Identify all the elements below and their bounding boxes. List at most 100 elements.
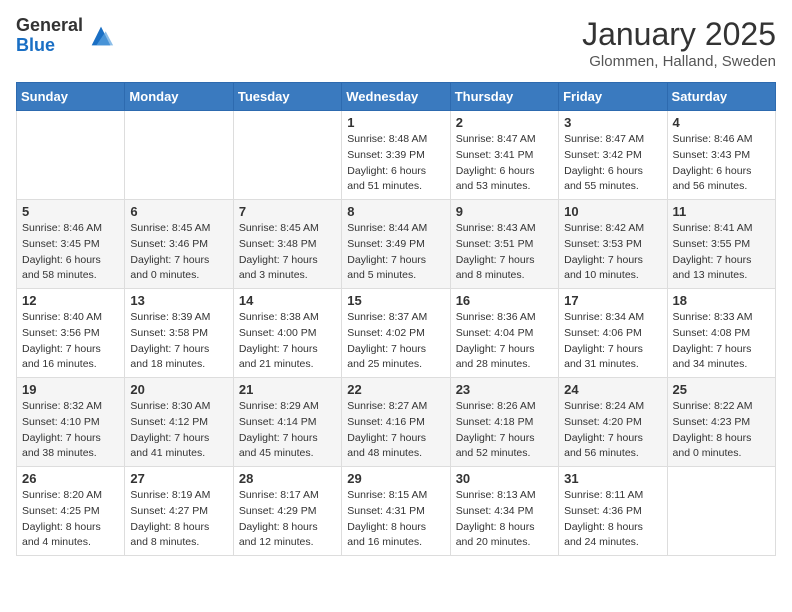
day-info: Sunrise: 8:43 AMSunset: 3:51 PMDaylight:… xyxy=(456,221,553,284)
day-info: Sunrise: 8:42 AMSunset: 3:53 PMDaylight:… xyxy=(564,221,661,284)
week-row-5: 26 Sunrise: 8:20 AMSunset: 4:25 PMDayligh… xyxy=(17,467,776,556)
day-info: Sunrise: 8:41 AMSunset: 3:55 PMDaylight:… xyxy=(673,221,770,284)
calendar-cell: 9Sunrise: 8:43 AMSunset: 3:51 PMDaylight… xyxy=(450,200,558,289)
day-number: 8 xyxy=(347,204,444,219)
day-number: 3 xyxy=(564,115,661,130)
calendar-cell: 23 Sunrise: 8:26 AMSunset: 4:18 PMDayligh… xyxy=(450,378,558,467)
day-info: Sunrise: 8:19 AMSunset: 4:27 PMDaylight:… xyxy=(130,488,227,551)
logo-icon xyxy=(87,22,115,50)
calendar-cell: 28 Sunrise: 8:17 AMSunset: 4:29 PMDayligh… xyxy=(233,467,341,556)
day-info: Sunrise: 8:27 AMSunset: 4:16 PMDaylight:… xyxy=(347,399,444,462)
week-row-4: 19 Sunrise: 8:32 AMSunset: 4:10 PMDayligh… xyxy=(17,378,776,467)
day-number: 22 xyxy=(347,382,444,397)
day-number: 23 xyxy=(456,382,553,397)
day-number: 29 xyxy=(347,471,444,486)
day-info: Sunrise: 8:47 AMSunset: 3:41 PMDaylight:… xyxy=(456,132,553,195)
week-row-1: 1 Sunrise: 8:48 AMSunset: 3:39 PMDaylight… xyxy=(17,111,776,200)
day-number: 5 xyxy=(22,204,119,219)
calendar-cell: 20 Sunrise: 8:30 AMSunset: 4:12 PMDayligh… xyxy=(125,378,233,467)
day-number: 31 xyxy=(564,471,661,486)
calendar-cell: 14Sunrise: 8:38 AMSunset: 4:00 PMDayligh… xyxy=(233,289,341,378)
calendar-cell: 6 Sunrise: 8:45 AMSunset: 3:46 PMDaylight… xyxy=(125,200,233,289)
day-number: 11 xyxy=(673,204,770,219)
logo: General Blue xyxy=(16,16,115,56)
day-number: 2 xyxy=(456,115,553,130)
calendar-cell: 25 Sunrise: 8:22 AMSunset: 4:23 PMDayligh… xyxy=(667,378,775,467)
day-info: Sunrise: 8:33 AMSunset: 4:08 PMDaylight:… xyxy=(673,310,770,373)
day-number: 7 xyxy=(239,204,336,219)
day-number: 21 xyxy=(239,382,336,397)
calendar-cell xyxy=(667,467,775,556)
week-row-2: 5 Sunrise: 8:46 AMSunset: 3:45 PMDaylight… xyxy=(17,200,776,289)
day-number: 4 xyxy=(673,115,770,130)
day-info: Sunrise: 8:17 AMSunset: 4:29 PMDaylight:… xyxy=(239,488,336,551)
day-number: 10 xyxy=(564,204,661,219)
day-number: 12 xyxy=(22,293,119,308)
day-number: 18 xyxy=(673,293,770,308)
calendar-cell: 16 Sunrise: 8:36 AMSunset: 4:04 PMDayligh… xyxy=(450,289,558,378)
day-number: 24 xyxy=(564,382,661,397)
calendar-table: SundayMondayTuesdayWednesdayThursdayFrid… xyxy=(16,82,776,556)
day-info: Sunrise: 8:32 AMSunset: 4:10 PMDaylight:… xyxy=(22,399,119,462)
day-number: 17 xyxy=(564,293,661,308)
day-info: Sunrise: 8:24 AMSunset: 4:20 PMDaylight:… xyxy=(564,399,661,462)
calendar-cell: 22 Sunrise: 8:27 AMSunset: 4:16 PMDayligh… xyxy=(342,378,450,467)
day-info: Sunrise: 8:22 AMSunset: 4:23 PMDaylight:… xyxy=(673,399,770,462)
day-number: 26 xyxy=(22,471,119,486)
day-info: Sunrise: 8:47 AMSunset: 3:42 PMDaylight:… xyxy=(564,132,661,195)
calendar-cell: 4Sunrise: 8:46 AMSunset: 3:43 PMDaylight… xyxy=(667,111,775,200)
weekday-header-row: SundayMondayTuesdayWednesdayThursdayFrid… xyxy=(17,83,776,111)
day-number: 28 xyxy=(239,471,336,486)
calendar-cell: 29 Sunrise: 8:15 AMSunset: 4:31 PMDayligh… xyxy=(342,467,450,556)
calendar-cell: 7 Sunrise: 8:45 AMSunset: 3:48 PMDaylight… xyxy=(233,200,341,289)
day-info: Sunrise: 8:20 AMSunset: 4:25 PMDaylight:… xyxy=(22,488,119,551)
day-number: 13 xyxy=(130,293,227,308)
day-number: 15 xyxy=(347,293,444,308)
day-info: Sunrise: 8:44 AMSunset: 3:49 PMDaylight:… xyxy=(347,221,444,284)
day-info: Sunrise: 8:13 AMSunset: 4:34 PMDaylight:… xyxy=(456,488,553,551)
calendar-cell xyxy=(17,111,125,200)
day-info: Sunrise: 8:11 AMSunset: 4:36 PMDaylight:… xyxy=(564,488,661,551)
calendar-cell: 1 Sunrise: 8:48 AMSunset: 3:39 PMDaylight… xyxy=(342,111,450,200)
weekday-header-tuesday: Tuesday xyxy=(233,83,341,111)
location: Glommen, Halland, Sweden xyxy=(582,53,776,70)
calendar-cell: 21Sunrise: 8:29 AMSunset: 4:14 PMDayligh… xyxy=(233,378,341,467)
calendar-cell: 19 Sunrise: 8:32 AMSunset: 4:10 PMDayligh… xyxy=(17,378,125,467)
day-number: 20 xyxy=(130,382,227,397)
day-info: Sunrise: 8:15 AMSunset: 4:31 PMDaylight:… xyxy=(347,488,444,551)
calendar-cell: 2 Sunrise: 8:47 AMSunset: 3:41 PMDaylight… xyxy=(450,111,558,200)
calendar-cell: 13 Sunrise: 8:39 AMSunset: 3:58 PMDayligh… xyxy=(125,289,233,378)
day-number: 25 xyxy=(673,382,770,397)
day-info: Sunrise: 8:39 AMSunset: 3:58 PMDaylight:… xyxy=(130,310,227,373)
day-number: 30 xyxy=(456,471,553,486)
calendar-cell: 27Sunrise: 8:19 AMSunset: 4:27 PMDayligh… xyxy=(125,467,233,556)
calendar-cell: 31 Sunrise: 8:11 AMSunset: 4:36 PMDayligh… xyxy=(559,467,667,556)
calendar-cell: 11 Sunrise: 8:41 AMSunset: 3:55 PMDayligh… xyxy=(667,200,775,289)
calendar-cell xyxy=(233,111,341,200)
day-number: 1 xyxy=(347,115,444,130)
calendar-cell: 18 Sunrise: 8:33 AMSunset: 4:08 PMDayligh… xyxy=(667,289,775,378)
day-info: Sunrise: 8:45 AMSunset: 3:46 PMDaylight:… xyxy=(130,221,227,284)
weekday-header-monday: Monday xyxy=(125,83,233,111)
day-number: 19 xyxy=(22,382,119,397)
calendar-cell: 3 Sunrise: 8:47 AMSunset: 3:42 PMDaylight… xyxy=(559,111,667,200)
day-info: Sunrise: 8:37 AMSunset: 4:02 PMDaylight:… xyxy=(347,310,444,373)
calendar-cell: 26 Sunrise: 8:20 AMSunset: 4:25 PMDayligh… xyxy=(17,467,125,556)
day-info: Sunrise: 8:40 AMSunset: 3:56 PMDaylight:… xyxy=(22,310,119,373)
month-title: January 2025 xyxy=(582,16,776,53)
day-info: Sunrise: 8:38 AMSunset: 4:00 PMDaylight:… xyxy=(239,310,336,373)
day-info: Sunrise: 8:46 AMSunset: 3:45 PMDaylight:… xyxy=(22,221,119,284)
day-info: Sunrise: 8:34 AMSunset: 4:06 PMDaylight:… xyxy=(564,310,661,373)
weekday-header-wednesday: Wednesday xyxy=(342,83,450,111)
day-info: Sunrise: 8:36 AMSunset: 4:04 PMDaylight:… xyxy=(456,310,553,373)
calendar-cell: 10 Sunrise: 8:42 AMSunset: 3:53 PMDayligh… xyxy=(559,200,667,289)
day-number: 16 xyxy=(456,293,553,308)
calendar-cell: 15 Sunrise: 8:37 AMSunset: 4:02 PMDayligh… xyxy=(342,289,450,378)
day-info: Sunrise: 8:26 AMSunset: 4:18 PMDaylight:… xyxy=(456,399,553,462)
day-info: Sunrise: 8:30 AMSunset: 4:12 PMDaylight:… xyxy=(130,399,227,462)
weekday-header-sunday: Sunday xyxy=(17,83,125,111)
day-info: Sunrise: 8:48 AMSunset: 3:39 PMDaylight:… xyxy=(347,132,444,195)
calendar-cell: 12 Sunrise: 8:40 AMSunset: 3:56 PMDayligh… xyxy=(17,289,125,378)
day-info: Sunrise: 8:45 AMSunset: 3:48 PMDaylight:… xyxy=(239,221,336,284)
day-number: 6 xyxy=(130,204,227,219)
